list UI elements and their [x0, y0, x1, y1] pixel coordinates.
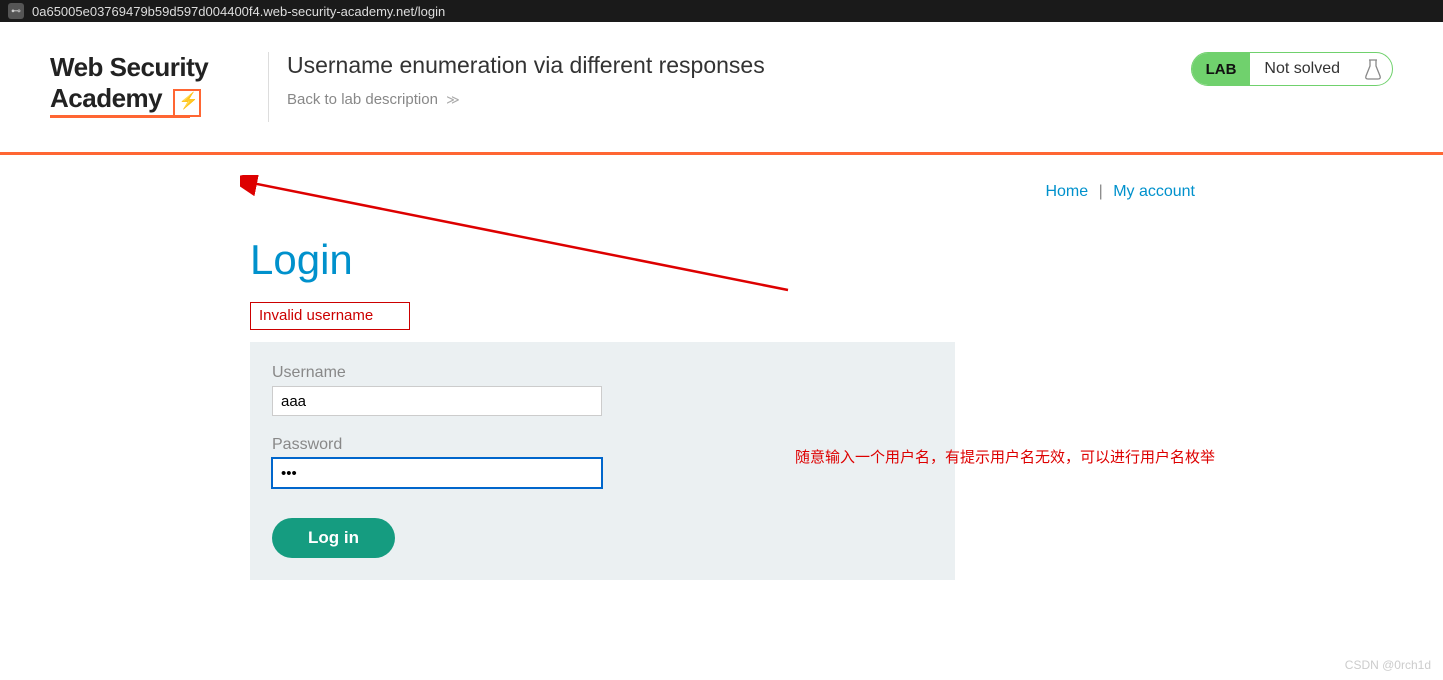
- annotation-text: 随意输入一个用户名，有提示用户名无效，可以进行用户名枚举: [795, 446, 1215, 467]
- lightning-icon: [173, 89, 201, 117]
- logo-line1: Web Security: [50, 52, 250, 83]
- nav-links: Home | My account: [250, 183, 1205, 201]
- lab-header: Web Security Academy Username enumeratio…: [0, 22, 1443, 142]
- error-message-box: Invalid username: [250, 302, 410, 330]
- username-label: Username: [272, 364, 933, 382]
- lab-badge: LAB: [1192, 53, 1251, 85]
- address-url: 0a65005e03769479b59d597d004400f4.web-sec…: [32, 4, 445, 19]
- lab-title-block: Username enumeration via different respo…: [287, 52, 765, 109]
- logo-line2: Academy: [50, 83, 162, 114]
- lab-solved-status: Not solved: [1250, 60, 1354, 78]
- lab-status-widget: LAB Not solved: [1191, 52, 1393, 86]
- nav-my-account[interactable]: My account: [1113, 183, 1195, 200]
- lab-title: Username enumeration via different respo…: [287, 52, 765, 79]
- nav-home[interactable]: Home: [1045, 183, 1088, 200]
- login-button[interactable]: Log in: [272, 518, 395, 558]
- login-heading: Login: [250, 236, 1205, 284]
- password-input[interactable]: [272, 458, 602, 488]
- chevron-right-icon: ≫: [446, 92, 460, 107]
- site-identity-icon: ⊷: [8, 3, 24, 19]
- username-input[interactable]: [272, 386, 602, 416]
- nav-separator: |: [1099, 183, 1103, 200]
- academy-logo: Web Security Academy: [50, 52, 250, 118]
- watermark: CSDN @0rch1d: [1345, 658, 1431, 672]
- back-to-description-link[interactable]: Back to lab description ≫: [287, 91, 460, 108]
- main-content: Home | My account Login Invalid username…: [250, 155, 1205, 580]
- vertical-divider: [268, 52, 269, 122]
- header-left: Web Security Academy Username enumeratio…: [50, 52, 765, 122]
- error-message-text: Invalid username: [259, 307, 373, 324]
- address-bar[interactable]: ⊷ 0a65005e03769479b59d597d004400f4.web-s…: [0, 0, 1443, 22]
- flask-icon: [1360, 56, 1386, 82]
